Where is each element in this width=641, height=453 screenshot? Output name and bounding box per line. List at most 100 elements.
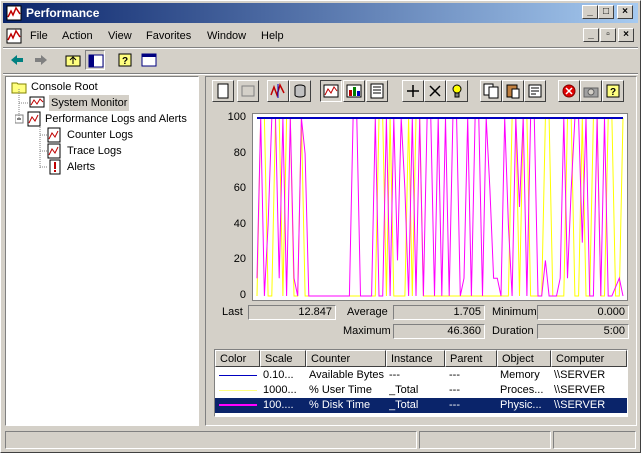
update-data-button[interactable]: [580, 80, 602, 102]
object-cell: Physic...: [500, 399, 542, 411]
maximize-button[interactable]: □: [598, 5, 614, 19]
paste-icon: [506, 84, 520, 99]
menu-help[interactable]: Help: [261, 30, 284, 42]
series-line-disk-time: [256, 117, 624, 297]
instance-cell: _Total: [389, 399, 419, 411]
column-header-parent[interactable]: Parent: [445, 350, 497, 367]
add-counter-button[interactable]: [402, 80, 424, 102]
y-tick-label: 100: [227, 111, 246, 123]
view-graph-button[interactable]: [320, 80, 342, 102]
title-bar[interactable]: Performance _ □ ×: [3, 3, 638, 23]
view-current-activity-button[interactable]: [267, 80, 289, 102]
average-label: Average: [347, 306, 388, 318]
menu-window[interactable]: Window: [207, 30, 246, 42]
menu-bar: File Action View Favorites Window Help _…: [3, 25, 638, 47]
mmc-document-icon[interactable]: [6, 28, 22, 44]
help-icon: ?: [118, 53, 132, 67]
parent-cell: ---: [449, 399, 460, 411]
y-tick-label: 40: [233, 217, 246, 230]
parent-cell: ---: [449, 369, 460, 381]
highlight-button[interactable]: [446, 80, 468, 102]
copy-properties-button[interactable]: [480, 80, 502, 102]
counter-legend: Color Scale Counter Instance Parent Obje…: [214, 349, 628, 417]
x-icon: [429, 85, 441, 97]
menu-favorites[interactable]: Favorites: [146, 30, 191, 42]
maximum-label: Maximum: [343, 325, 391, 337]
new-window-button[interactable]: [139, 50, 159, 70]
view-report-button[interactable]: [366, 80, 388, 102]
child-restore-button[interactable]: ▫: [600, 28, 616, 42]
tree-label: Alerts: [67, 161, 96, 173]
computer-cell: \\SERVER: [554, 384, 606, 396]
close-button[interactable]: ×: [617, 5, 633, 19]
camera-icon: [583, 87, 599, 98]
status-pane-3: [553, 431, 636, 449]
view-log-data-button[interactable]: [289, 80, 311, 102]
computer-cell: \\SERVER: [554, 369, 606, 381]
column-header-counter[interactable]: Counter: [306, 350, 386, 367]
show-hide-tree-button[interactable]: [85, 50, 105, 70]
status-bar: [3, 429, 638, 450]
minimum-label: Minimum: [492, 306, 537, 318]
view-histogram-button[interactable]: [343, 80, 365, 102]
histogram-icon: [346, 84, 362, 98]
computer-cell: \\SERVER: [554, 399, 606, 411]
scale-cell: 1000...: [263, 384, 297, 396]
column-header-scale[interactable]: Scale: [260, 350, 306, 367]
y-tick-label: 0: [239, 289, 246, 301]
scale-cell: 100....: [263, 399, 294, 411]
properties-button[interactable]: [524, 80, 546, 102]
counter-row[interactable]: 0.10... Available Bytes --- --- Memory \…: [215, 368, 627, 383]
new-counter-set-icon: [217, 83, 229, 99]
parent-cell: ---: [449, 384, 460, 396]
back-button[interactable]: [7, 50, 27, 70]
menu-file[interactable]: File: [30, 30, 48, 42]
clear-display-button[interactable]: [237, 80, 259, 102]
column-header-instance[interactable]: Instance: [386, 350, 445, 367]
window: Performance _ □ × File Action View Favor…: [0, 0, 641, 453]
counter-cell: % Disk Time: [309, 399, 371, 411]
minimize-button[interactable]: _: [582, 5, 598, 19]
last-label: Last: [222, 306, 243, 318]
console-tree: Console Root System Monitor Performance …: [5, 76, 199, 426]
column-header-color[interactable]: Color: [215, 350, 260, 367]
column-header-computer[interactable]: Computer: [551, 350, 627, 367]
maximum-value: 46.360: [393, 324, 485, 339]
menu-view[interactable]: View: [108, 30, 132, 42]
up-one-level-button[interactable]: [63, 50, 83, 70]
color-swatch: [219, 375, 257, 376]
window-title: Performance: [26, 6, 100, 20]
sysmon-help-button[interactable]: ?: [602, 80, 624, 102]
object-cell: Proces...: [500, 384, 544, 396]
graph-area: [252, 113, 628, 301]
column-header-object[interactable]: Object: [497, 350, 551, 367]
delete-counter-button[interactable]: [424, 80, 446, 102]
stop-icon: [562, 84, 576, 98]
report-icon: [370, 83, 384, 99]
new-counter-set-button[interactable]: [212, 80, 234, 102]
toolbar-separator: [3, 73, 638, 75]
menu-action[interactable]: Action: [62, 30, 93, 42]
forward-button[interactable]: [31, 50, 51, 70]
counter-row-selected[interactable]: 100.... % Disk Time _Total --- Physic...…: [215, 398, 627, 413]
child-minimize-button[interactable]: _: [583, 28, 599, 42]
average-value: 1.705: [393, 305, 485, 320]
performance-app-icon: [6, 5, 22, 21]
y-tick-label: 60: [233, 182, 246, 195]
y-tick-label: 20: [233, 253, 246, 266]
tree-label: Performance Logs and Alerts: [45, 113, 187, 125]
child-close-button[interactable]: ×: [618, 28, 634, 42]
folder-up-icon: [65, 55, 81, 67]
y-tick-label: 80: [233, 146, 246, 159]
paste-counter-list-button[interactable]: [502, 80, 524, 102]
help-button[interactable]: ?: [115, 50, 135, 70]
back-arrow-icon: [11, 55, 23, 65]
last-value: 12.847: [248, 305, 336, 320]
counter-row[interactable]: 1000... % User Time _Total --- Proces...…: [215, 383, 627, 398]
freeze-display-button[interactable]: [558, 80, 580, 102]
console-tree-icon: [88, 54, 104, 68]
status-pane-2: [419, 431, 551, 449]
new-window-icon: [141, 53, 157, 67]
status-pane-main: [5, 431, 417, 449]
system-monitor-pane: ? 100 80 60 40 20 0 Last 12.847 Average 1.705…: [205, 76, 637, 426]
